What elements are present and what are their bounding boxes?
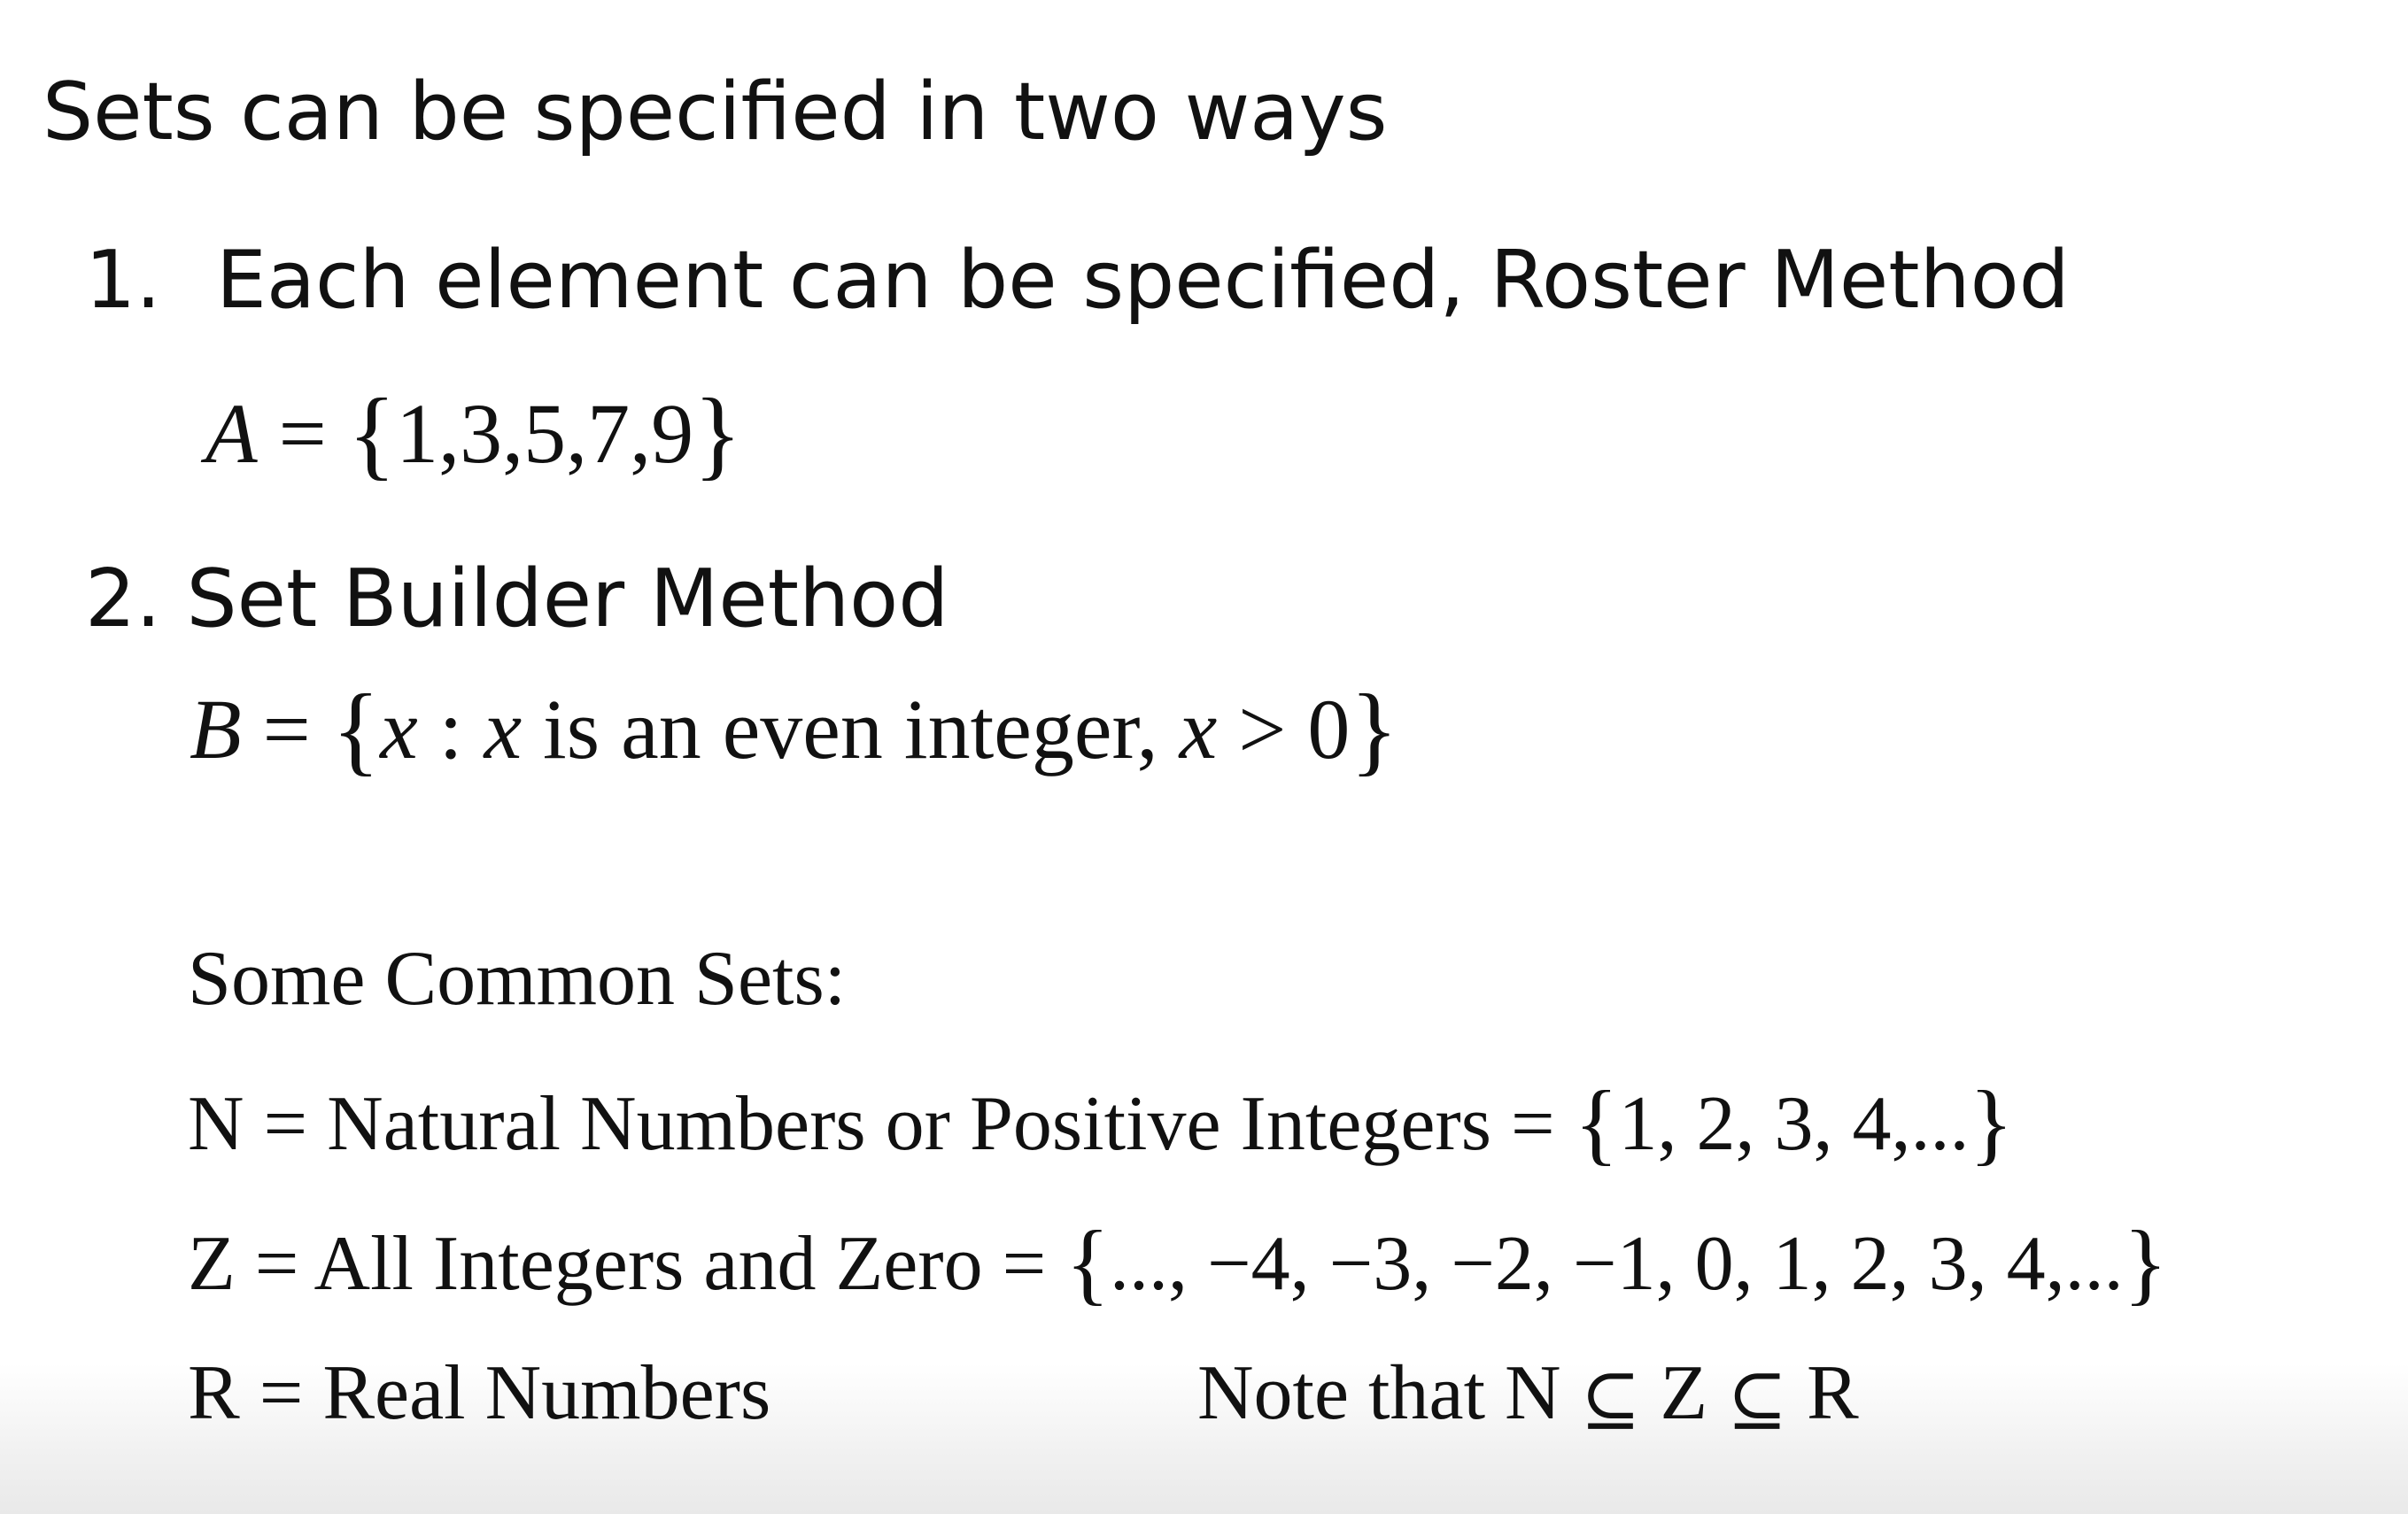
equals-sign: = xyxy=(257,386,348,481)
list-number-1: 1. xyxy=(85,234,161,327)
close-brace: } xyxy=(1350,673,1398,785)
equals-sign: = xyxy=(241,682,332,776)
set-variable-a: A xyxy=(205,386,258,481)
common-sets-heading: Some Common Sets: xyxy=(188,936,847,1022)
close-brace: } xyxy=(1969,1072,2014,1175)
integers-elements: ..., −4, −3, −2, −1, 0, 1, 2, 3, 4,... xyxy=(1110,1221,2124,1307)
note-prefix: Note that N xyxy=(1197,1350,1581,1436)
list-item-roster-method: 1. Each element can be specified, Roster … xyxy=(85,241,2070,321)
open-brace: { xyxy=(331,673,381,785)
note-end: R xyxy=(1787,1350,1859,1436)
set-builder-example-equation: B = {x : x is an even integer, x > 0} xyxy=(190,675,1398,779)
integers-label: Z = All Integers and Zero = xyxy=(188,1221,1066,1307)
variable-x: x xyxy=(484,682,523,776)
natural-numbers-elements: 1, 2, 3, 4,... xyxy=(1618,1081,1970,1167)
such-that-colon: : xyxy=(417,682,484,776)
subset-note: Note that N ⊆ Z ⊆ R xyxy=(1197,1355,1859,1436)
roster-example-equation: A = {1,3,5,7,9} xyxy=(205,379,742,483)
natural-numbers-label: N = Natural Numbers or Positive Integers… xyxy=(188,1081,1575,1167)
note-middle: Z xyxy=(1640,1350,1728,1436)
open-brace: { xyxy=(347,377,397,490)
slide: Sets can be specified in two ways 1. Each… xyxy=(0,0,2408,1514)
condition-text: is an even integer, xyxy=(522,682,1180,776)
subset-symbol: ⊆ xyxy=(1727,1360,1788,1441)
set-builder-heading: 2. Set Builder Method xyxy=(85,552,949,645)
set-variable-b: B xyxy=(190,682,242,776)
open-brace: { xyxy=(1065,1212,1111,1315)
variable-x: x xyxy=(380,682,418,776)
close-brace: } xyxy=(693,377,742,490)
real-numbers-definition: R = Real Numbers xyxy=(188,1350,771,1436)
variable-x: x xyxy=(1179,682,1218,776)
natural-numbers-definition: N = Natural Numbers or Positive Integers… xyxy=(188,1073,2013,1170)
roster-method-heading: Each element can be specified, Roster Me… xyxy=(216,234,2070,327)
integers-definition: Z = All Integers and Zero = {..., −4, −3… xyxy=(188,1213,2167,1309)
roster-elements: 1,3,5,7,9 xyxy=(396,386,694,481)
close-brace: } xyxy=(2123,1212,2168,1315)
subset-symbol: ⊆ xyxy=(1580,1360,1641,1441)
open-brace: { xyxy=(1574,1072,1619,1175)
slide-title: Sets can be specified in two ways xyxy=(43,66,1388,158)
condition-inequality: > 0 xyxy=(1217,682,1351,776)
